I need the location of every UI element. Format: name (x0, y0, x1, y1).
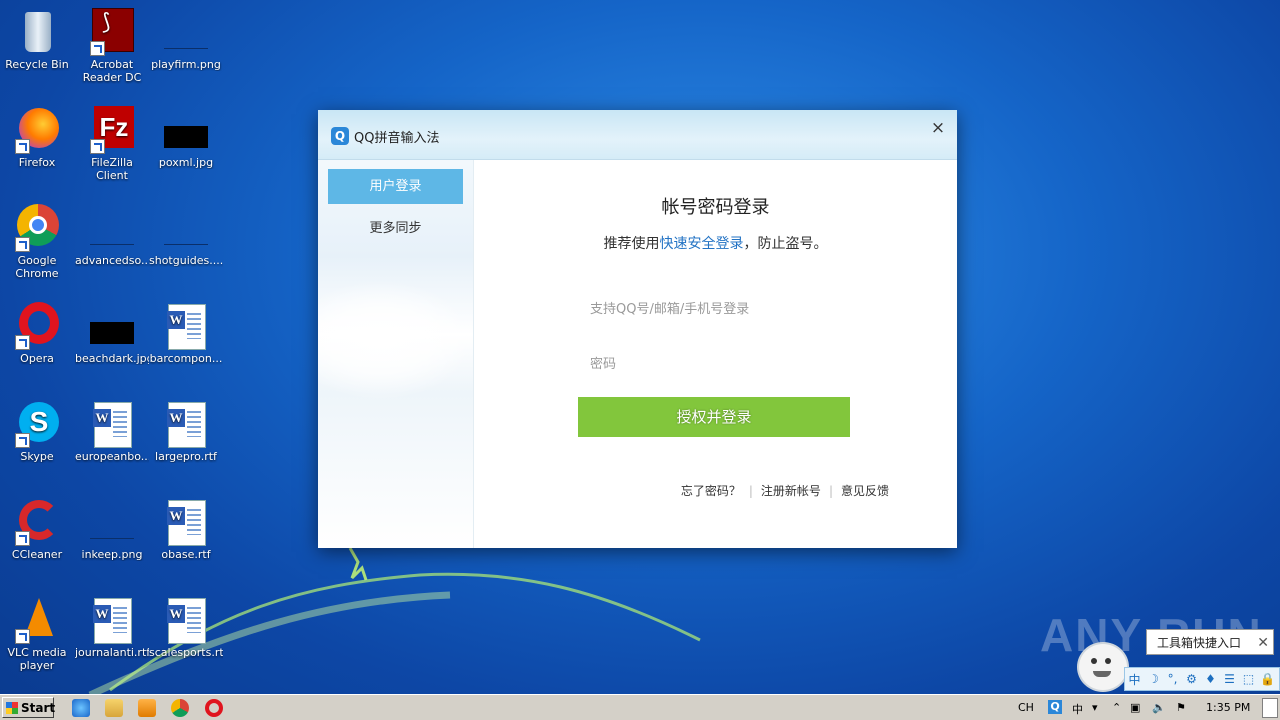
ime-settings-icon[interactable]: ⚙ (1182, 672, 1201, 686)
language-indicator[interactable]: CH (1018, 701, 1034, 714)
word-document-icon: W (162, 302, 210, 350)
account-input[interactable] (578, 292, 850, 326)
dialog-footer-links: 忘了密码？ | 注册新帐号 | 意见反馈 (474, 482, 889, 499)
opera-icon (13, 302, 61, 350)
word-document-icon: W (162, 400, 210, 448)
desktop-icon-acrobat-reader[interactable]: ⟆ Acrobat Reader DC (75, 8, 149, 84)
taskbar: Start CH Q 中 ▾ ⌃ ▣ 🔈 ⚑ 1:35 PM (0, 694, 1280, 720)
desktop-icon-inkeep[interactable]: inkeep.png (75, 498, 149, 561)
desktop-icon-opera[interactable]: Opera (0, 302, 74, 365)
login-subtitle: 推荐使用快速安全登录，防止盗号。 (474, 233, 957, 253)
chrome-taskbar-icon[interactable] (171, 699, 189, 717)
dialog-header: Q QQ拼音输入法 × (318, 110, 957, 160)
desktop-icon-barcompon[interactable]: W barcompon... (149, 302, 223, 365)
network-icon[interactable]: ▣ (1130, 701, 1140, 714)
image-file-icon (162, 204, 210, 252)
folder-icon[interactable] (105, 699, 123, 717)
desktop-icon-europeanbo[interactable]: W europeanbo... (75, 400, 149, 463)
windows-logo-icon (6, 702, 18, 714)
desktop-icon-shotguides[interactable]: shotguides.... (149, 204, 223, 267)
ie-icon[interactable] (72, 699, 90, 717)
forgot-password-link[interactable]: 忘了密码？ (681, 484, 741, 498)
image-file-icon (88, 204, 136, 252)
opera-taskbar-icon[interactable] (205, 699, 223, 717)
tooltip-close-icon[interactable]: ✕ (1257, 630, 1269, 656)
password-input[interactable] (578, 347, 850, 381)
filezilla-icon: Fz (88, 106, 136, 154)
word-document-icon: W (88, 596, 136, 644)
qq-tray-icon[interactable]: Q (1048, 700, 1062, 714)
volume-icon[interactable]: 🔈 (1152, 701, 1166, 714)
skype-icon: S (13, 400, 61, 448)
login-heading: 帐号密码登录 (661, 197, 770, 218)
firefox-icon (13, 106, 61, 154)
desktop-icon-obase[interactable]: W obase.rtf (149, 498, 223, 561)
subtitle-text-end: ，防止盗号。 (743, 236, 828, 252)
action-center-flag-icon[interactable]: ⚑ (1176, 701, 1186, 714)
ime-tray-icon[interactable]: 中 (1072, 701, 1083, 717)
sidebar-item-user-login[interactable]: 用户登录 (328, 169, 463, 204)
quick-login-link[interactable]: 快速安全登录 (660, 236, 744, 252)
word-document-icon: W (88, 400, 136, 448)
ime-dropdown-icon[interactable]: ▾ (1092, 701, 1098, 714)
cloud-decoration (318, 280, 473, 400)
ime-skin-icon[interactable]: ♦ (1201, 672, 1220, 686)
vlc-icon (13, 596, 61, 644)
desktop-icon-vlc[interactable]: VLC media player (0, 596, 74, 672)
start-button[interactable]: Start (2, 697, 56, 718)
taskbar-clock[interactable]: 1:35 PM (1206, 701, 1250, 714)
ccleaner-icon (13, 498, 61, 546)
subtitle-text: 推荐使用 (603, 236, 660, 252)
desktop-icon-advancedso[interactable]: advancedso... (75, 204, 149, 267)
dialog-sidebar: 用户登录 更多同步 (318, 160, 474, 548)
show-desktop-button[interactable] (1262, 698, 1278, 718)
tooltip-text: 工具箱快捷入口 (1157, 636, 1242, 650)
show-hidden-icons[interactable]: ⌃ (1112, 701, 1121, 714)
start-label: Start (21, 701, 56, 715)
chrome-icon (13, 204, 61, 252)
desktop-icon-firefox[interactable]: Firefox (0, 106, 74, 169)
image-file-icon (88, 302, 136, 350)
desktop-icon-largepro[interactable]: W largepro.rtf (149, 400, 223, 463)
word-document-icon: W (162, 596, 210, 644)
desktop-icon-scalesports[interactable]: W scalesports.rtf (149, 596, 223, 659)
ime-toolbar: 中 ☽ °, ⚙ ♦ ☰ ⬚ 🔒 (1124, 667, 1280, 691)
desktop-icon-poxml[interactable]: poxml.jpg (149, 106, 223, 169)
acrobat-icon: ⟆ (88, 8, 136, 56)
toolbox-tooltip: 工具箱快捷入口 ✕ (1146, 629, 1274, 655)
desktop-icon-recycle-bin[interactable]: Recycle Bin (0, 8, 74, 71)
desktop-icon-filezilla[interactable]: Fz FileZilla Client (75, 106, 149, 182)
qq-logo-icon: Q (331, 127, 349, 145)
ime-chinese-mode-icon[interactable]: 中 (1125, 671, 1144, 688)
desktop-icon-playfirm[interactable]: playfirm.png (149, 8, 223, 71)
image-file-icon (88, 498, 136, 546)
ime-mascot-icon[interactable] (1077, 642, 1129, 692)
close-button[interactable]: × (928, 118, 948, 138)
ime-punctuation-icon[interactable]: °, (1163, 672, 1182, 686)
desktop-icon-ccleaner[interactable]: CCleaner (0, 498, 74, 561)
image-file-icon (162, 106, 210, 154)
ime-menu-icon[interactable]: ☰ (1220, 672, 1239, 686)
dialog-title: QQ拼音输入法 (354, 131, 440, 146)
feedback-link[interactable]: 意见反馈 (841, 484, 889, 498)
media-player-icon[interactable] (138, 699, 156, 717)
sidebar-item-more-sync[interactable]: 更多同步 (328, 211, 463, 246)
qq-login-dialog: Q QQ拼音输入法 × 用户登录 更多同步 帐号密码登录 推荐使用快速安全登录，… (318, 110, 957, 548)
desktop-icon-beachdark[interactable]: beachdark.jpg (75, 302, 149, 365)
desktop-icon-chrome[interactable]: Google Chrome (0, 204, 74, 280)
login-panel: 帐号密码登录 推荐使用快速安全登录，防止盗号。 授权并登录 忘了密码？ | 注册新帐… (474, 160, 957, 548)
ime-toolbox-icon[interactable]: ⬚ (1239, 672, 1258, 686)
ime-moon-icon[interactable]: ☽ (1144, 672, 1163, 686)
image-file-icon (162, 8, 210, 56)
recycle-bin-icon (13, 8, 61, 56)
desktop-icon-skype[interactable]: S Skype (0, 400, 74, 463)
link-separator: | (828, 484, 833, 498)
desktop-icon-journalanti[interactable]: W journalanti.rtf (75, 596, 149, 659)
ime-lock-icon[interactable]: 🔒 (1258, 672, 1277, 686)
link-separator: | (748, 484, 753, 498)
register-link[interactable]: 注册新帐号 (761, 484, 821, 498)
word-document-icon: W (162, 498, 210, 546)
authorize-login-button[interactable]: 授权并登录 (578, 397, 850, 437)
